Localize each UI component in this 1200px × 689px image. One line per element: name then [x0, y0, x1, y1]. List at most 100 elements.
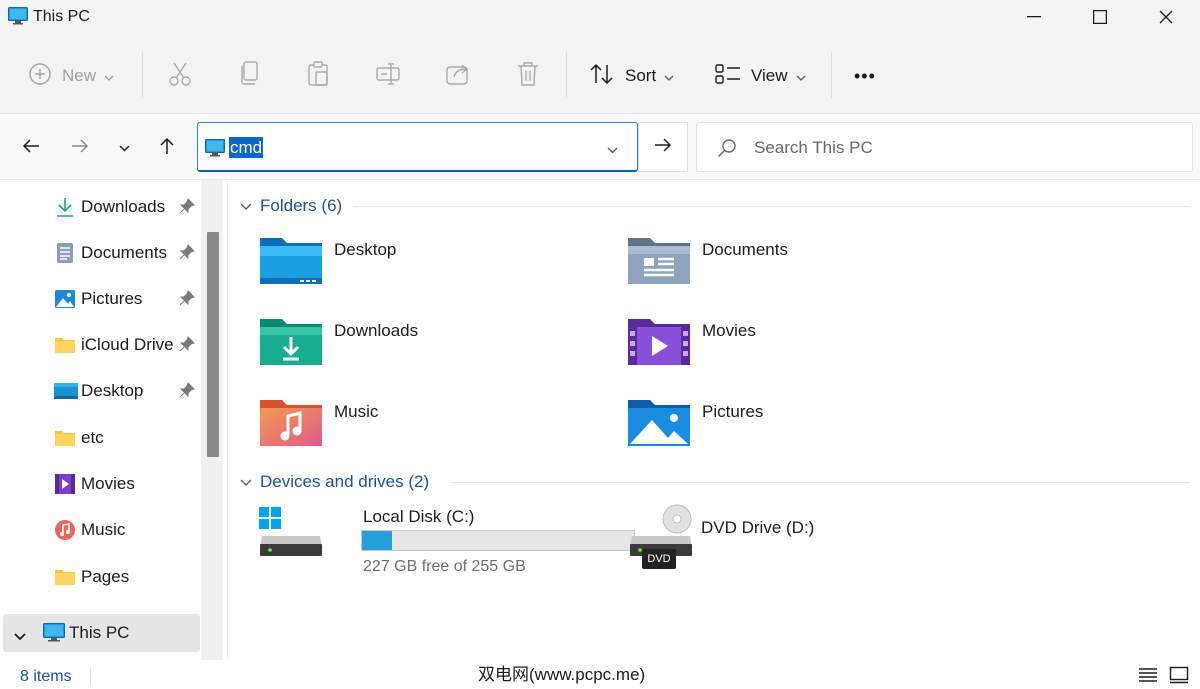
clipboard-icon: [307, 60, 331, 92]
drive-tile-c[interactable]: Local Disk (C:) 227 GB free of 255 GB: [258, 504, 638, 584]
chevron-down-icon: [664, 66, 674, 86]
pin-icon[interactable]: [179, 336, 195, 357]
arrow-right-icon: [71, 138, 89, 159]
folder-tile-movies[interactable]: Movies: [628, 317, 958, 389]
sidebar-item-label: This PC: [69, 623, 130, 642]
drives-group-header[interactable]: Devices and drives (2): [240, 470, 1190, 494]
pictures-icon: [54, 288, 76, 310]
delete-button[interactable]: [516, 56, 540, 96]
group-divider: [452, 482, 1190, 483]
chevron-down-icon[interactable]: [607, 141, 618, 159]
scissors-icon: [168, 61, 192, 92]
pin-icon[interactable]: [179, 198, 195, 219]
sidebar-item-downloads[interactable]: Downloads: [0, 188, 200, 226]
desktop-folder-icon: [260, 236, 324, 292]
folder-tile-desktop[interactable]: Desktop: [260, 236, 590, 308]
this-pc-icon: [8, 7, 28, 30]
more-options-button[interactable]: •••: [854, 56, 876, 96]
chevron-down-icon[interactable]: [14, 628, 26, 646]
chevron-down-icon: [796, 66, 806, 86]
folder-name: Documents: [702, 240, 788, 259]
chevron-down-icon: [240, 472, 252, 492]
chevron-down-icon: [240, 196, 252, 216]
hard-drive-icon: [258, 504, 324, 563]
sidebar-item-music[interactable]: Music: [0, 511, 200, 549]
content-pane: Folders (6) Desktop Documents Downloads …: [228, 180, 1200, 660]
view-button[interactable]: View: [715, 56, 806, 96]
music-folder-icon: [260, 398, 324, 454]
drive-usage-bar: [361, 530, 635, 551]
sidebar-item-pictures[interactable]: Pictures: [0, 280, 200, 318]
sidebar-item-desktop[interactable]: Desktop: [0, 372, 200, 410]
copy-button[interactable]: [239, 56, 261, 96]
download-icon: [54, 196, 76, 218]
folder-name: Desktop: [334, 240, 397, 259]
watermark-text: 双电网(www.pcpc.me): [478, 665, 646, 684]
sidebar-item-label: Pictures: [81, 289, 143, 308]
new-button[interactable]: New: [28, 56, 114, 96]
go-button[interactable]: [638, 122, 688, 172]
pin-icon[interactable]: [179, 382, 195, 403]
maximize-button[interactable]: [1067, 0, 1133, 34]
window-title: This PC: [33, 8, 90, 25]
sidebar-item-pages[interactable]: Pages: [0, 558, 200, 596]
rename-button[interactable]: [376, 56, 402, 96]
music-icon: [54, 519, 76, 541]
tiles-view-button[interactable]: [1169, 666, 1191, 686]
sort-button[interactable]: Sort: [589, 56, 674, 96]
share-button[interactable]: [446, 56, 472, 96]
toolbar-separator: [566, 52, 567, 98]
address-bar[interactable]: cmd: [197, 122, 638, 172]
close-button[interactable]: [1133, 0, 1199, 34]
rename-icon: [376, 62, 402, 91]
sidebar-item-label: Documents: [81, 243, 167, 262]
trash-icon: [516, 61, 540, 92]
address-input-text[interactable]: cmd: [229, 137, 264, 158]
sort-icon: [589, 62, 615, 91]
pin-icon[interactable]: [179, 244, 195, 265]
movies-icon: [54, 473, 76, 495]
search-box[interactable]: [696, 122, 1193, 172]
folder-icon: [54, 427, 76, 449]
folder-name: Movies: [702, 321, 756, 340]
drive-free-space: 227 GB free of 255 GB: [363, 558, 526, 575]
desktop-icon: [54, 380, 78, 402]
sidebar-item-this-pc[interactable]: This PC: [3, 614, 200, 652]
movies-folder-icon: [628, 317, 692, 373]
this-pc-icon: [205, 139, 225, 162]
sidebar-item-documents[interactable]: Documents: [0, 234, 200, 272]
up-button[interactable]: [153, 134, 181, 162]
drive-name: DVD Drive (D:): [701, 518, 815, 537]
toolbar-separator: [142, 52, 143, 98]
sidebar-item-movies[interactable]: Movies: [0, 465, 200, 503]
cut-button[interactable]: [168, 56, 192, 96]
chevron-down-icon: [119, 139, 130, 157]
details-view-button[interactable]: [1138, 666, 1160, 686]
back-button[interactable]: [17, 134, 45, 162]
folder-tile-downloads[interactable]: Downloads: [260, 317, 590, 389]
folder-tile-music[interactable]: Music: [260, 398, 590, 470]
sidebar-item-label: Downloads: [81, 197, 166, 216]
view-label: View: [751, 66, 788, 85]
group-header-label: Devices and drives (2): [260, 472, 430, 491]
sidebar-item-icloud-drive[interactable]: iCloud Drive: [0, 326, 200, 364]
item-count: 8 items: [20, 668, 72, 685]
paste-button[interactable]: [307, 56, 331, 96]
folders-group-header[interactable]: Folders (6): [240, 194, 1190, 218]
forward-button[interactable]: [66, 134, 94, 162]
folder-tile-pictures[interactable]: Pictures: [628, 398, 958, 470]
drive-tile-d[interactable]: DVD DVD Drive (D:): [628, 504, 928, 584]
minimize-button[interactable]: [1001, 0, 1067, 34]
drive-name: Local Disk (C:): [363, 507, 475, 526]
sidebar-item-label: iCloud Drive: [81, 335, 174, 354]
sidebar-item-etc[interactable]: etc: [0, 419, 200, 457]
pin-icon[interactable]: [179, 290, 195, 311]
sidebar-scrollbar-thumb[interactable]: [207, 232, 219, 457]
search-input[interactable]: [754, 137, 1154, 159]
documents-folder-icon: [628, 236, 692, 292]
recent-locations-button[interactable]: [110, 134, 138, 162]
this-pc-icon: [43, 623, 65, 648]
pictures-folder-icon: [628, 398, 692, 454]
folder-tile-documents[interactable]: Documents: [628, 236, 958, 308]
status-divider: [90, 668, 91, 686]
